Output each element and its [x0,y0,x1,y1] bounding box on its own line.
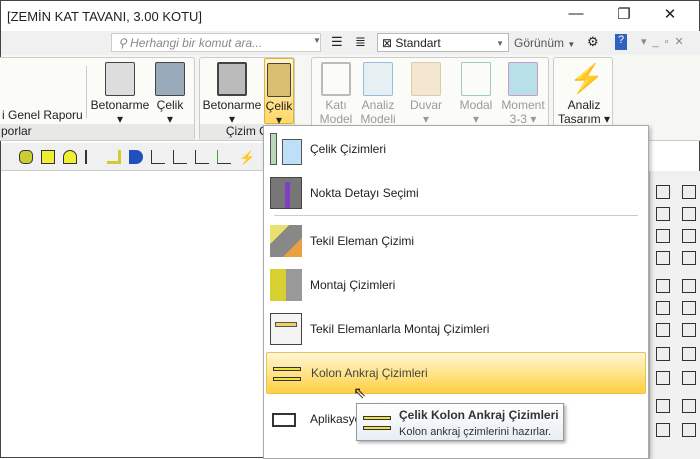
wall-icon [411,62,441,96]
funnel-icon[interactable] [656,323,670,337]
analysis-model-button[interactable]: Analiz Modeli [358,58,398,126]
profile-icon[interactable] [656,399,670,413]
chart-q-tool-icon[interactable] [195,150,209,164]
frame-icon[interactable] [656,371,670,385]
single-element-icon [270,225,302,257]
doc-icon[interactable] [682,399,696,413]
list-icon[interactable] [656,229,670,243]
menu-item-assembly-with-elements[interactable]: Tekil Elemanlarla Montaj Çizimleri [266,308,646,350]
view-menu[interactable]: Görünüm ▼ [514,36,575,50]
tooltip-description: Kolon ankraj çzimlerini hazırlar. [399,426,552,438]
chart-tool-icon[interactable] [151,150,165,164]
group-label: porlar [0,124,194,140]
tooltip: Çelik Kolon Ankraj Çizimleri Kolon ankra… [356,403,564,441]
general-report-button[interactable]: i Genel Raporu [2,108,83,122]
steel-beam-icon [267,63,291,97]
doc-icon[interactable] [682,207,696,221]
node-detail-icon [270,177,302,209]
steel-report-icon [155,62,185,96]
minimize-button[interactable]: — [561,5,591,27]
column-anchor-icon [271,357,303,389]
analysis-design-button[interactable]: ⚡ Analiz Tasarım ▾ [556,58,612,126]
menu-item-assembly[interactable]: Montaj Çizimleri [266,264,646,306]
hatch-icon[interactable] [656,185,670,199]
table-icon[interactable] [656,251,670,265]
steel-report-button[interactable]: Çelik ▾ [150,58,190,126]
tooltip-title: Çelik Kolon Ankraj Çizimleri [399,408,559,422]
close-button[interactable]: ✕ [655,5,685,27]
menu-item-node-detail[interactable]: Nokta Detayı Seçimi [266,172,646,214]
assembly-icon [270,269,302,301]
layers-icon[interactable]: ☰ [331,34,343,50]
doc-icon[interactable] [682,423,696,437]
settings-icon[interactable]: ⚙ [587,34,599,50]
search-icon: ⚲ [118,36,131,50]
doc-icon[interactable] [682,251,696,265]
concrete-report-icon [105,62,135,96]
layer-stack-icon[interactable]: ≣ [355,34,366,50]
chart-p-tool-icon[interactable] [173,150,187,164]
moment-button[interactable]: Moment 3-3 ▾ [500,58,546,126]
section-icon[interactable] [656,279,670,293]
menu-item-single-element[interactable]: Tekil Eleman Çizimi [266,220,646,262]
doc-icon[interactable] [682,323,696,337]
help-icon[interactable]: ? [615,34,627,50]
column-tool-icon[interactable] [19,150,33,164]
doc-icon[interactable] [682,229,696,243]
solid-model-button[interactable]: Katı Model [316,58,356,126]
wall-tool-icon[interactable] [107,150,121,164]
ibeam-icon[interactable] [656,301,670,315]
modal-icon [461,62,491,96]
modal-button[interactable]: Modal ▾ [456,58,496,126]
concrete-report-button[interactable]: Betonarme ▾ [90,58,150,126]
dome-tool-icon[interactable] [63,150,77,164]
style-select[interactable]: ⊠ Standart ▼ [377,33,509,52]
concrete-drawing-button[interactable]: Betonarme ▾ [202,58,262,126]
doc-icon[interactable] [682,371,696,385]
shape-icon[interactable] [656,347,670,361]
reports-group: i Genel Raporu Betonarme ▾ Çelik ▾ porlar [0,57,195,141]
steel-drawings-icon [270,133,302,165]
wall-button[interactable]: Duvar ▾ [406,58,446,126]
drawing-toolbar: ⚡ [1,143,263,171]
menu-item-steel-drawings[interactable]: Çelik Çizimleri [266,128,646,170]
lightning-icon: ⚡ [569,63,604,94]
moment-icon [508,62,538,96]
assembly-sheet-icon [270,313,302,345]
command-search-input[interactable]: ⚲ Herhangi bir komut ara... [111,33,321,52]
solid-model-icon [321,62,351,96]
concrete-drawing-icon [217,62,247,96]
mouse-cursor-icon: ⇖ [353,385,367,402]
right-toolbars [649,171,700,459]
application-icon [270,403,302,435]
analysis-model-icon [363,62,393,96]
footing-tool-icon[interactable] [85,150,99,164]
lightning-tool-icon[interactable]: ⚡ [239,150,255,165]
menu-item-column-anchor[interactable]: Kolon Ankraj Çizimleri [266,352,646,394]
doc-icon[interactable] [682,301,696,315]
doc-icon[interactable] [682,347,696,361]
lock-icon: ⊠ [382,36,396,50]
grid-icon[interactable] [656,207,670,221]
curve-tool-icon[interactable] [217,150,231,164]
window-title: [ZEMİN KAT TAVANI, 3.00 KOTU] [7,9,203,24]
menu-separator [274,215,638,216]
beam-tool-icon[interactable] [129,150,143,164]
steel-drawing-button[interactable]: Çelik ▾ [264,58,294,127]
mdi-window-controls[interactable]: ▾_▫✕ [641,35,690,48]
maximize-button[interactable]: ❐ [609,5,639,27]
stair-tool-icon[interactable] [41,150,55,164]
doc-icon[interactable] [682,279,696,293]
plate-icon[interactable] [656,423,670,437]
column-anchor-icon [363,408,393,438]
search-dropdown-icon[interactable]: ▼ [313,36,321,45]
doc-icon[interactable] [682,185,696,199]
